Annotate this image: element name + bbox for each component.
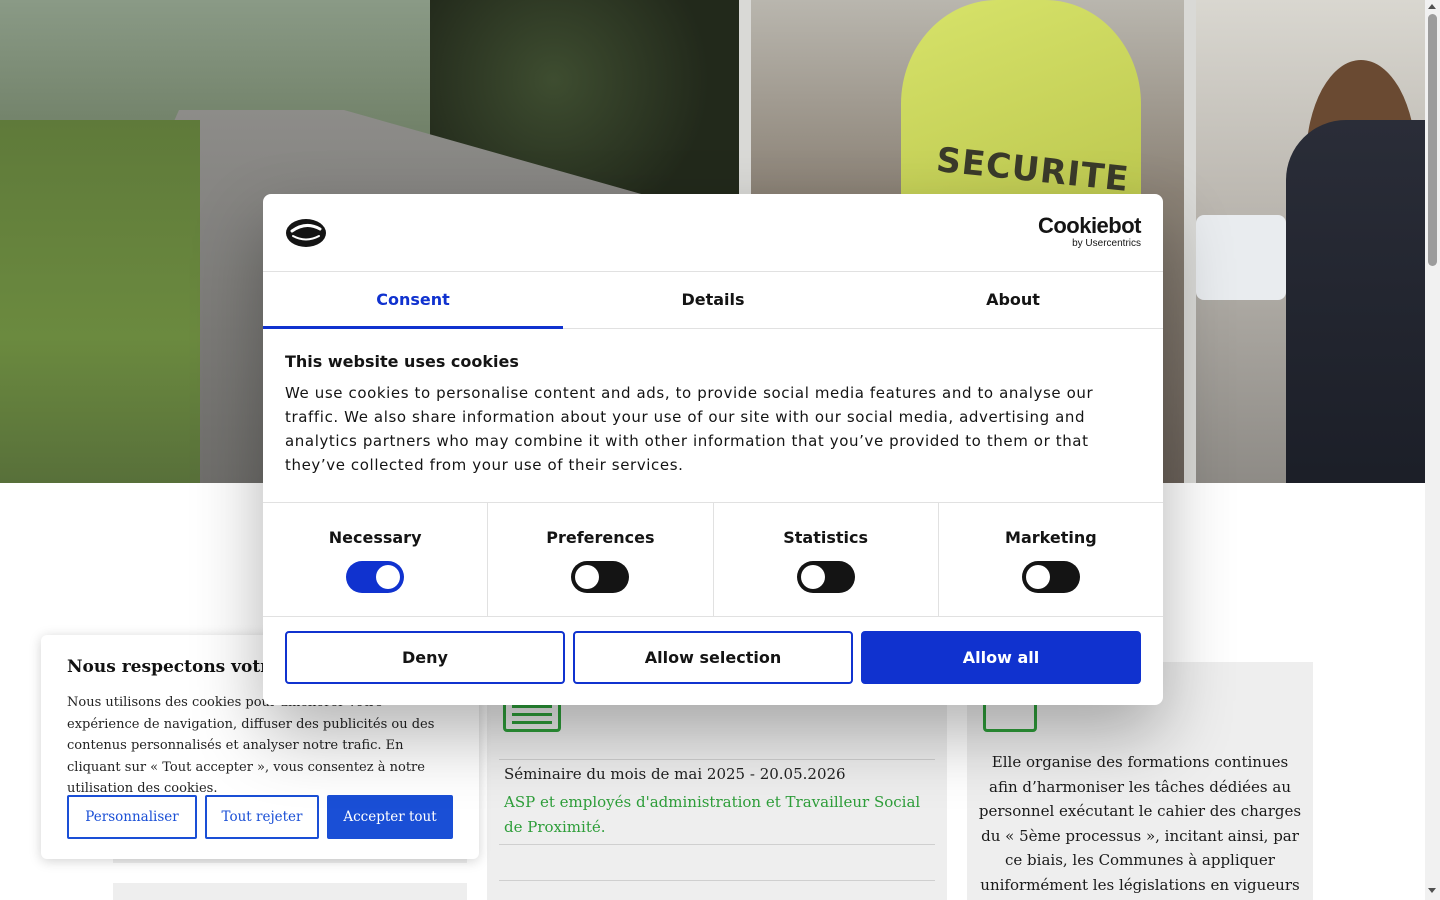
allow-all-button[interactable]: Allow all — [861, 631, 1141, 684]
page-scrollbar[interactable] — [1425, 0, 1440, 900]
reject-all-button[interactable]: Tout rejeter — [205, 795, 319, 839]
cookie-consent-dialog: Cookiebot by Usercentrics Consent Detail… — [263, 194, 1163, 705]
category-label: Statistics — [783, 528, 868, 547]
category-statistics: Statistics — [714, 503, 939, 616]
hero-photo-street — [1196, 0, 1425, 483]
preferences-toggle[interactable] — [571, 561, 630, 593]
deny-button[interactable]: Deny — [285, 631, 565, 684]
formations-text: Elle organise des formations continues a… — [978, 753, 1302, 894]
accept-all-button[interactable]: Accepter tout — [327, 795, 453, 839]
dialog-header: Cookiebot by Usercentrics — [263, 194, 1163, 272]
category-label: Necessary — [328, 528, 422, 547]
category-label: Preferences — [546, 528, 655, 547]
divider — [499, 880, 935, 881]
necessary-toggle[interactable] — [346, 561, 405, 593]
dialog-description: We use cookies to personalise content an… — [285, 384, 1094, 474]
seminar-title: Séminaire du mois de mai 2025 - 20.05.20… — [504, 765, 846, 783]
marketing-toggle[interactable] — [1021, 561, 1080, 593]
category-preferences: Preferences — [488, 503, 714, 616]
dialog-title: This website uses cookies — [285, 352, 519, 371]
category-label: Marketing — [1005, 528, 1097, 547]
statistics-toggle[interactable] — [796, 561, 855, 593]
scroll-down-arrow-icon[interactable] — [1428, 888, 1436, 893]
tab-details[interactable]: Details — [563, 271, 863, 328]
dialog-tabs: Consent Details About — [263, 271, 1163, 329]
tab-consent[interactable]: Consent — [263, 271, 563, 329]
seminar-link[interactable]: ASP et employés d'administration et Trav… — [504, 790, 924, 840]
customize-button[interactable]: Personnaliser — [67, 795, 197, 839]
tab-about[interactable]: About — [863, 271, 1163, 328]
allow-selection-button[interactable]: Allow selection — [573, 631, 853, 684]
privacy-banner-text: Nous utilisons des cookies pour améliore… — [67, 695, 435, 796]
dialog-actions: Deny Allow selection Allow all — [285, 631, 1141, 684]
scrollbar-thumb[interactable] — [1428, 14, 1437, 266]
dialog-body: This website uses cookies We use cookies… — [285, 352, 1141, 477]
site-logo-icon — [286, 219, 326, 247]
category-necessary: Necessary — [263, 503, 489, 616]
category-marketing: Marketing — [939, 503, 1163, 616]
divider — [499, 759, 935, 760]
left-column-card-2 — [113, 883, 467, 900]
scroll-up-arrow-icon[interactable] — [1428, 4, 1436, 9]
divider — [499, 844, 935, 845]
consent-categories: Necessary Preferences Statistics Marketi… — [263, 502, 1163, 617]
cookiebot-logo[interactable]: Cookiebot by Usercentrics — [1038, 214, 1142, 250]
